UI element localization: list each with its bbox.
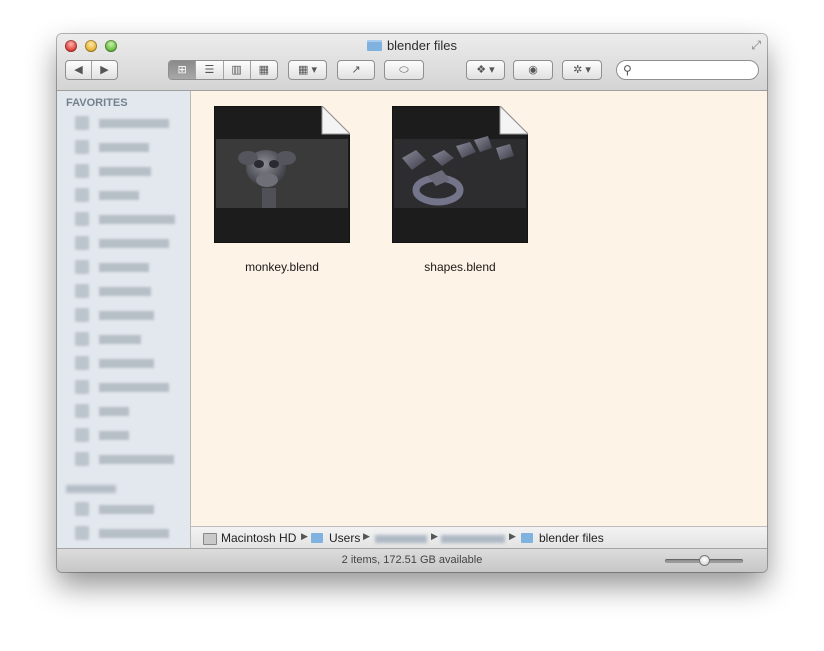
sidebar-item-icon: [75, 502, 89, 516]
sidebar: FAVORITES: [57, 91, 191, 548]
sidebar-item-documents[interactable]: [75, 235, 187, 251]
icon-view-button[interactable]: ⊞: [169, 61, 197, 79]
sidebar-item-projects[interactable]: [75, 283, 187, 299]
sidebar-item-applications[interactable]: [75, 211, 187, 227]
file-name: monkey.blend: [245, 260, 319, 274]
sidebar-item-device-1[interactable]: [75, 501, 187, 517]
slider-knob[interactable]: [698, 555, 710, 566]
sidebar-item-icon: [75, 452, 89, 466]
sidebar-item-all-my-files[interactable]: [75, 115, 187, 131]
dropbox-button[interactable]: ❖ ▾: [466, 60, 505, 80]
sidebar-item-icon: [75, 236, 89, 250]
folder-icon: [521, 533, 533, 543]
column-view-button[interactable]: ▥: [224, 61, 251, 79]
sidebar-item-creative-cloud[interactable]: [75, 451, 187, 467]
path-separator-icon: ▶: [431, 531, 438, 541]
sidebar-item-work[interactable]: [75, 403, 187, 419]
action-button[interactable]: ✲ ▾: [562, 60, 602, 80]
blender-thumbnail-icon: [392, 106, 528, 243]
back-forward-control: ◀ ▶: [65, 60, 118, 80]
search-field[interactable]: ⚲: [616, 60, 759, 80]
users-folder-icon: [311, 533, 323, 543]
fullscreen-icon[interactable]: ⤢: [751, 38, 761, 53]
window-title: blender files: [57, 38, 767, 53]
quicklook-button[interactable]: ◉: [513, 60, 553, 80]
sidebar-item-dropbox[interactable]: [75, 307, 187, 323]
sidebar-item-icon: [75, 140, 89, 154]
sidebar-item-icon: [75, 116, 89, 130]
path-item-dropbox[interactable]: [441, 535, 505, 543]
title-bar: blender files ⤢ ◀ ▶ ⊞ ☰ ▥ ▦ ▦ ▾ ↗ ⬭ ❖ ▾ …: [57, 34, 767, 91]
sidebar-item-icon: [75, 380, 89, 394]
sidebar-item-icon: [75, 308, 89, 322]
sidebar-item-icon: [75, 332, 89, 346]
path-separator-icon: ▶: [301, 531, 308, 541]
sidebar-item-pictures[interactable]: [75, 259, 187, 275]
path-item-users[interactable]: Users: [329, 531, 360, 545]
sidebar-item-icon: [75, 212, 89, 226]
share-button[interactable]: ↗: [337, 60, 375, 80]
back-button[interactable]: ◀: [66, 61, 92, 79]
hard-drive-icon: [203, 533, 217, 545]
sidebar-item-downloads[interactable]: [75, 379, 187, 395]
blender-thumbnail-icon: [214, 106, 350, 243]
status-text: 2 items, 172.51 GB available: [341, 554, 483, 566]
sidebar-item-icon: [75, 526, 89, 540]
devices-header: [66, 485, 116, 493]
sidebar-item-icon: [75, 260, 89, 274]
arrange-button[interactable]: ▦ ▾: [288, 60, 327, 80]
sidebar-item-desktop[interactable]: [75, 163, 187, 179]
forward-button[interactable]: ▶: [92, 61, 117, 79]
favorites-header: FAVORITES: [66, 97, 128, 109]
path-item-home[interactable]: [375, 535, 427, 543]
sidebar-item-stuff[interactable]: [75, 427, 187, 443]
sidebar-item-airdrop[interactable]: [75, 139, 187, 155]
path-bar: Macintosh HD ▶ Users ▶ ▶ ▶ blender files: [191, 526, 767, 549]
coverflow-view-button[interactable]: ▦: [251, 61, 277, 79]
finder-window: blender files ⤢ ◀ ▶ ⊞ ☰ ▥ ▦ ▦ ▾ ↗ ⬭ ❖ ▾ …: [57, 34, 767, 572]
sidebar-item-music[interactable]: [75, 331, 187, 347]
sidebar-item-device-2[interactable]: [75, 525, 187, 541]
path-separator-icon: ▶: [363, 531, 370, 541]
sidebar-item-dropbox-2[interactable]: [75, 355, 187, 371]
sidebar-item-icon: [75, 188, 89, 202]
sidebar-item-icon: [75, 356, 89, 370]
view-mode-control: ⊞ ☰ ▥ ▦: [168, 60, 278, 80]
path-item-macintosh-hd[interactable]: Macintosh HD: [221, 531, 296, 545]
list-view-button[interactable]: ☰: [196, 61, 224, 79]
sidebar-item-icon: [75, 284, 89, 298]
sidebar-item-icon: [75, 428, 89, 442]
icon-size-slider[interactable]: [665, 555, 743, 566]
file-browser-content: monkey.blend shapes.blend: [191, 91, 767, 526]
tags-button[interactable]: ⬭: [384, 60, 424, 80]
sidebar-item-icon: [75, 404, 89, 418]
status-bar: 2 items, 172.51 GB available: [57, 548, 767, 572]
sidebar-item-movies[interactable]: [75, 187, 187, 203]
folder-icon: [366, 40, 382, 51]
file-name: shapes.blend: [424, 260, 496, 274]
path-item-blender-files[interactable]: blender files: [539, 531, 604, 545]
sidebar-item-icon: [75, 164, 89, 178]
path-separator-icon: ▶: [509, 531, 516, 541]
search-icon: ⚲: [623, 63, 632, 77]
search-input[interactable]: [637, 62, 756, 79]
window-title-text: blender files: [386, 38, 458, 53]
